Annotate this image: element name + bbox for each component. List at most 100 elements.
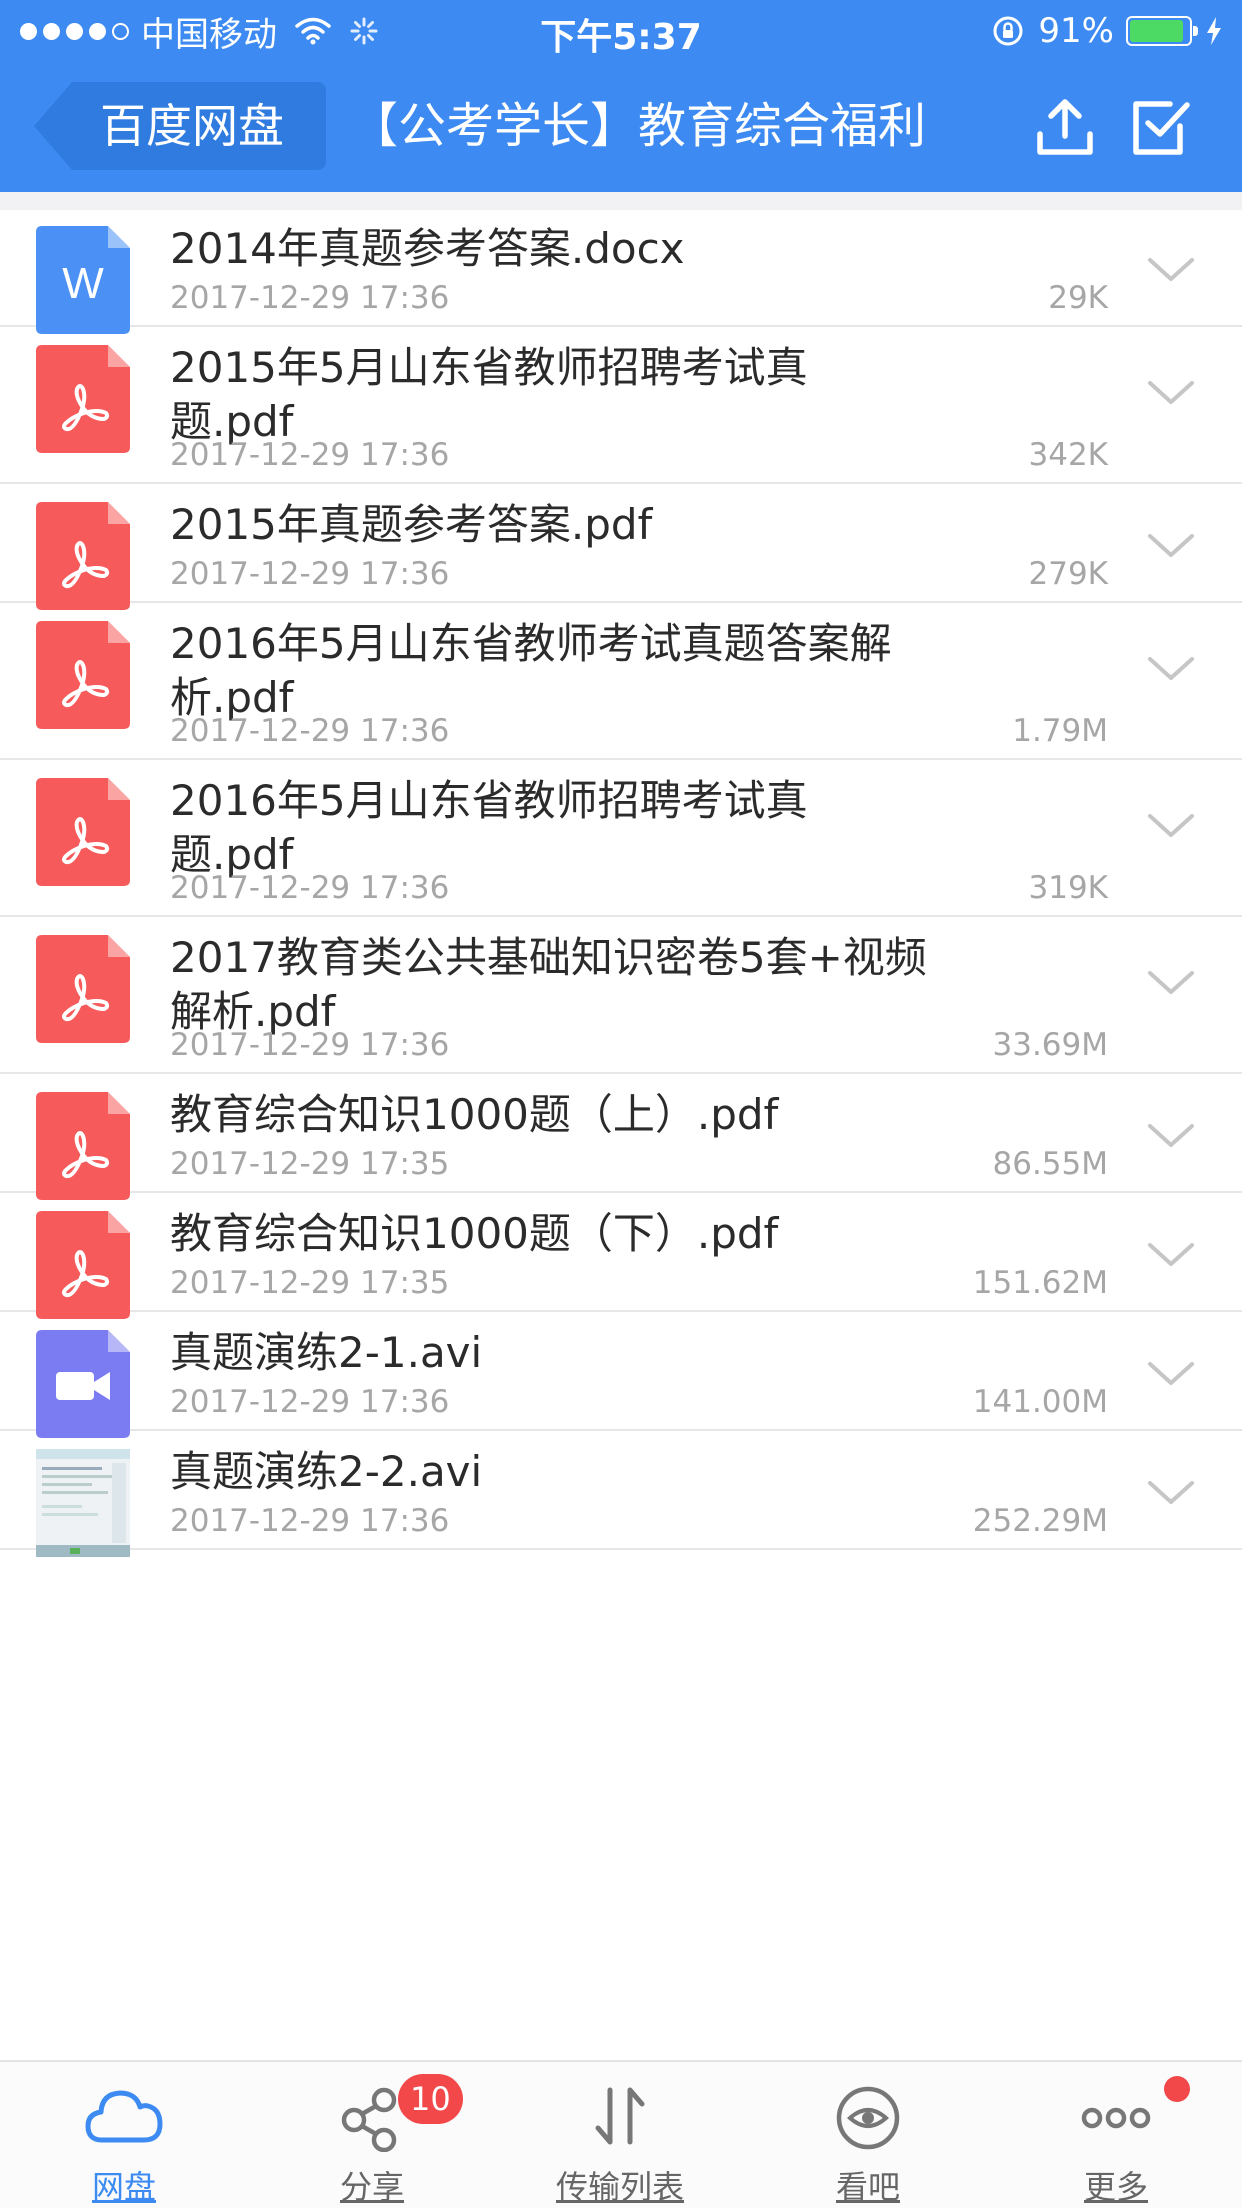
file-size: 33.69M: [992, 1027, 1109, 1063]
file-name: 2015年5月山东省教师招聘考试真 题.pdf: [170, 341, 808, 449]
file-name-line: 教育综合知识1000题（上）.pdf: [170, 1090, 779, 1139]
checkbox-select-icon[interactable]: [1130, 96, 1192, 158]
file-size: 279K: [1028, 556, 1109, 592]
file-row[interactable]: 真题演练2-2.avi 2017-12-29 17:36 252.29M: [0, 1433, 1242, 1557]
file-size: 252.29M: [972, 1503, 1108, 1539]
file-date: 2017-12-29 17:36: [170, 870, 450, 906]
tab-bar: 网盘 10 分享 传输列表 看吧 更多: [0, 2060, 1242, 2208]
file-size: 86.55M: [992, 1146, 1109, 1182]
page-title: 【公考学长】教育综合福利: [350, 98, 927, 154]
file-row[interactable]: 2017教育类公共基础知识密卷5套+视频 解析.pdf 2017-12-29 17:…: [0, 919, 1242, 1074]
file-name-line: 教育综合知识1000题（下）.pdf: [170, 1209, 779, 1258]
tab-label: 分享: [339, 2168, 404, 2206]
file-row[interactable]: 教育综合知识1000题（上）.pdf 2017-12-29 17:35 86.55M: [0, 1076, 1242, 1200]
chevron-down-icon[interactable]: [1146, 377, 1196, 407]
file-name: 真题演练2-2.avi: [170, 1445, 482, 1499]
file-name-line: 2014年真题参考答案.docx: [170, 224, 685, 273]
file-name: 教育综合知识1000题（下）.pdf: [170, 1207, 778, 1261]
file-date: 2017-12-29 17:36: [170, 713, 450, 749]
pdf-file-icon: [36, 1092, 130, 1200]
file-row[interactable]: 2015年5月山东省教师招聘考试真 题.pdf 2017-12-29 17:36 34…: [0, 329, 1242, 484]
more-icon: [1081, 2107, 1151, 2129]
file-name: 真题演练2-1.avi: [170, 1326, 482, 1380]
chevron-down-icon[interactable]: [1146, 810, 1196, 840]
file-size: 342K: [1028, 437, 1109, 473]
back-button[interactable]: 百度网盘: [34, 82, 326, 170]
file-date: 2017-12-29 17:36: [170, 1027, 450, 1063]
file-date: 2017-12-29 17:36: [170, 1503, 450, 1539]
upload-icon[interactable]: [1034, 96, 1096, 158]
transfer-icon: [595, 2087, 645, 2145]
file-name-line: 2016年5月山东省教师考试真题答案解: [170, 619, 892, 668]
pdf-file-icon: [36, 935, 130, 1043]
charging-bolt-icon: [1207, 17, 1221, 45]
pdf-file-icon: [36, 621, 130, 729]
file-list[interactable]: W 2014年真题参考答案.docx 2017-12-29 17:36 29K 2015…: [0, 192, 1242, 2060]
chevron-down-icon[interactable]: [1146, 1358, 1196, 1388]
pdf-file-icon: [36, 345, 130, 453]
video-file-icon: [36, 1330, 130, 1438]
chevron-down-icon[interactable]: [1146, 1239, 1196, 1269]
tab-netdisk[interactable]: 网盘: [0, 2062, 248, 2208]
file-size: 29K: [1048, 280, 1108, 316]
svg-text:W: W: [62, 259, 104, 308]
chevron-down-icon[interactable]: [1146, 254, 1196, 284]
more-notification-dot: [1164, 2076, 1190, 2102]
cloud-icon: [85, 2090, 163, 2143]
tab-transfer[interactable]: 传输列表: [496, 2062, 744, 2208]
tab-label: 看吧: [835, 2168, 900, 2206]
file-name-line: 2015年5月山东省教师招聘考试真: [170, 343, 808, 392]
pdf-file-icon: [36, 1211, 130, 1319]
chevron-down-icon[interactable]: [1146, 1477, 1196, 1507]
battery-icon: [1126, 16, 1198, 46]
status-bar: 中国移动 下午5:37 91%: [0, 0, 1242, 60]
file-date: 2017-12-29 17:35: [170, 1265, 450, 1301]
rotation-lock-icon: [993, 16, 1023, 46]
file-size: 319K: [1028, 870, 1109, 906]
back-label: 百度网盘: [100, 99, 284, 153]
file-date: 2017-12-29 17:35: [170, 1146, 450, 1182]
chevron-down-icon[interactable]: [1146, 653, 1196, 683]
app-header: 中国移动 下午5:37 91% 百度网盘 【公考学长】教育综合福利: [0, 0, 1242, 192]
tab-watch[interactable]: 看吧: [744, 2062, 992, 2208]
file-size: 141.00M: [972, 1384, 1108, 1420]
file-date: 2017-12-29 17:36: [170, 437, 450, 473]
file-name: 2016年5月山东省教师考试真题答案解 析.pdf: [170, 617, 892, 725]
file-row[interactable]: 教育综合知识1000题（下）.pdf 2017-12-29 17:35 151.62…: [0, 1195, 1242, 1319]
pdf-file-icon: [36, 778, 130, 886]
file-date: 2017-12-29 17:36: [170, 556, 450, 592]
chevron-down-icon[interactable]: [1146, 1120, 1196, 1150]
file-name-line: 2016年5月山东省教师招聘考试真: [170, 776, 808, 825]
chevron-down-icon[interactable]: [1146, 530, 1196, 560]
file-name-line: 2015年真题参考答案.pdf: [170, 500, 653, 549]
file-row[interactable]: 真题演练2-1.avi 2017-12-29 17:36 141.00M: [0, 1314, 1242, 1438]
nav-bar: 百度网盘 【公考学长】教育综合福利: [0, 60, 1242, 192]
status-right: 91%: [992, 10, 1222, 52]
chevron-down-icon[interactable]: [1146, 967, 1196, 997]
tab-label: 更多: [1083, 2168, 1148, 2206]
file-row[interactable]: 2015年真题参考答案.pdf 2017-12-29 17:36 279K: [0, 486, 1242, 610]
file-row[interactable]: 2016年5月山东省教师招聘考试真 题.pdf 2017-12-29 17:36 31…: [0, 762, 1242, 917]
file-row[interactable]: W 2014年真题参考答案.docx 2017-12-29 17:36 29K: [0, 210, 1242, 334]
tab-label: 网盘: [91, 2168, 156, 2206]
file-name: 教育综合知识1000题（上）.pdf: [170, 1088, 778, 1142]
tab-more[interactable]: 更多: [992, 2062, 1240, 2208]
file-date: 2017-12-29 17:36: [170, 280, 450, 316]
file-name: 2015年真题参考答案.pdf: [170, 498, 652, 552]
file-name: 2014年真题参考答案.docx: [170, 222, 685, 276]
battery-percent: 91%: [1038, 11, 1114, 51]
file-row[interactable]: 2016年5月山东省教师考试真题答案解 析.pdf 2017-12-29 17:36…: [0, 605, 1242, 760]
file-date: 2017-12-29 17:36: [170, 1384, 450, 1420]
word-file-icon: W: [36, 226, 130, 334]
file-name-line: 真题演练2-2.avi: [170, 1447, 483, 1496]
tab-label: 传输列表: [555, 2168, 684, 2206]
file-name-line: 2017教育类公共基础知识密卷5套+视频: [170, 933, 927, 982]
eye-icon: [836, 2086, 900, 2150]
file-size: 1.79M: [1012, 713, 1108, 749]
file-name-line: 真题演练2-1.avi: [170, 1328, 483, 1377]
tab-share[interactable]: 10 分享: [248, 2062, 496, 2208]
file-name: 2016年5月山东省教师招聘考试真 题.pdf: [170, 774, 808, 882]
file-size: 151.62M: [972, 1265, 1108, 1301]
pdf-file-icon: [36, 502, 130, 610]
share-badge: 10: [398, 2074, 463, 2124]
